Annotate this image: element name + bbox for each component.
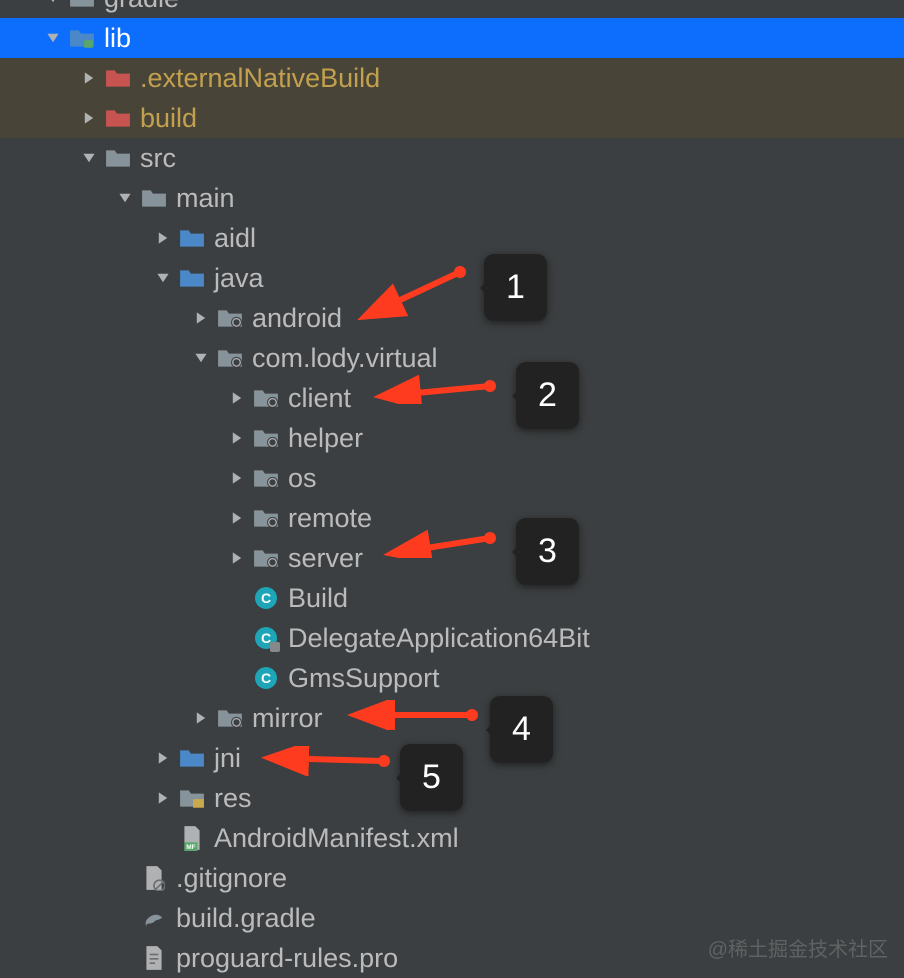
folder-module-icon xyxy=(68,26,96,50)
tree-row-gitignore[interactable]: .gitignore xyxy=(0,858,904,898)
tree-label: aidl xyxy=(214,218,256,258)
callout-2: 2 xyxy=(516,362,579,429)
tree-row-main[interactable]: main xyxy=(0,178,904,218)
callout-4: 4 xyxy=(490,696,553,763)
tree-row-java[interactable]: java xyxy=(0,258,904,298)
tree-label: os xyxy=(288,458,317,498)
chevron-down-icon[interactable] xyxy=(154,269,172,287)
tree-label: java xyxy=(214,258,264,298)
tree-label: server xyxy=(288,538,363,578)
tree-row-src[interactable]: src xyxy=(0,138,904,178)
tree-row-com-lody-virtual[interactable]: com.lody.virtual xyxy=(0,338,904,378)
tree-label: jni xyxy=(214,738,241,778)
tree-label: Build xyxy=(288,578,348,618)
tree-label: res xyxy=(214,778,252,818)
folder-excl-icon xyxy=(104,66,132,90)
chevron-down-icon[interactable] xyxy=(116,189,134,207)
tree-label: client xyxy=(288,378,351,418)
folder-src-icon xyxy=(178,226,206,250)
callout-3: 3 xyxy=(516,518,579,585)
tree-label: android xyxy=(252,298,342,338)
tree-label: lib xyxy=(104,18,131,58)
tree-label: gradle xyxy=(104,0,179,18)
chevron-right-icon[interactable] xyxy=(228,389,246,407)
package-icon xyxy=(252,506,280,530)
callout-1: 1 xyxy=(484,254,547,321)
tree-label: proguard-rules.pro xyxy=(176,938,398,978)
folder-src-icon xyxy=(178,746,206,770)
package-icon xyxy=(252,386,280,410)
tree-row-remote[interactable]: remote xyxy=(0,498,904,538)
tree-row-externalNativeBuild[interactable]: .externalNativeBuild xyxy=(0,58,904,98)
folder-src-icon xyxy=(178,266,206,290)
chevron-right-icon[interactable] xyxy=(154,749,172,767)
tree-row-android[interactable]: android xyxy=(0,298,904,338)
tree-label: build xyxy=(140,98,197,138)
tree-row-DelegateApplication64Bit[interactable]: C DelegateApplication64Bit xyxy=(0,618,904,658)
tree-label: DelegateApplication64Bit xyxy=(288,618,590,658)
chevron-right-icon[interactable] xyxy=(192,709,210,727)
package-icon xyxy=(216,346,244,370)
file-ignore-icon xyxy=(140,866,168,890)
class-locked-icon: C xyxy=(252,626,280,650)
tree-row-os[interactable]: os xyxy=(0,458,904,498)
tree-label: com.lody.virtual xyxy=(252,338,438,378)
tree-label: helper xyxy=(288,418,363,458)
tree-label: build.gradle xyxy=(176,898,316,938)
tree-row-AndroidManifest[interactable]: MF AndroidManifest.xml xyxy=(0,818,904,858)
tree-row-server[interactable]: server xyxy=(0,538,904,578)
tree-label: mirror xyxy=(252,698,322,738)
chevron-down-icon[interactable] xyxy=(192,349,210,367)
package-icon xyxy=(252,426,280,450)
tree-row-build-gradle[interactable]: build.gradle xyxy=(0,898,904,938)
class-icon: C xyxy=(252,666,280,690)
gradle-icon xyxy=(140,906,168,930)
tree-label: .externalNativeBuild xyxy=(140,58,380,98)
chevron-right-icon[interactable] xyxy=(228,549,246,567)
chevron-down-icon[interactable] xyxy=(44,29,62,47)
chevron-down-icon[interactable] xyxy=(80,149,98,167)
manifest-icon: MF xyxy=(178,826,206,850)
tree-label: AndroidManifest.xml xyxy=(214,818,459,858)
folder-gray-icon xyxy=(104,146,132,170)
package-icon xyxy=(252,466,280,490)
chevron-right-icon[interactable] xyxy=(192,309,210,327)
chevron-right-icon[interactable] xyxy=(228,469,246,487)
tree-row-gradle[interactable]: gradle xyxy=(0,0,904,18)
tree-label: remote xyxy=(288,498,372,538)
svg-text:MF: MF xyxy=(186,844,195,851)
chevron-down-icon[interactable] xyxy=(44,0,62,7)
tree-row-helper[interactable]: helper xyxy=(0,418,904,458)
tree-row-build-dir[interactable]: build xyxy=(0,98,904,138)
package-icon xyxy=(216,306,244,330)
tree-row-mirror[interactable]: mirror xyxy=(0,698,904,738)
chevron-right-icon[interactable] xyxy=(228,509,246,527)
chevron-right-icon[interactable] xyxy=(154,789,172,807)
package-icon xyxy=(252,546,280,570)
package-icon xyxy=(216,706,244,730)
tree-row-client[interactable]: client xyxy=(0,378,904,418)
folder-res-icon xyxy=(178,786,206,810)
tree-label: .gitignore xyxy=(176,858,287,898)
tree-label: main xyxy=(176,178,235,218)
callout-5: 5 xyxy=(400,744,463,811)
folder-excl-icon xyxy=(104,106,132,130)
file-icon xyxy=(140,946,168,970)
folder-gray-icon xyxy=(140,186,168,210)
class-icon: C xyxy=(252,586,280,610)
tree-row-aidl[interactable]: aidl xyxy=(0,218,904,258)
folder-gray-icon xyxy=(68,0,96,10)
chevron-right-icon[interactable] xyxy=(154,229,172,247)
tree-row-Build[interactable]: C Build xyxy=(0,578,904,618)
tree-label: GmsSupport xyxy=(288,658,440,698)
chevron-right-icon[interactable] xyxy=(228,429,246,447)
watermark: @稀土掘金技术社区 xyxy=(708,933,888,962)
chevron-right-icon[interactable] xyxy=(80,109,98,127)
chevron-right-icon[interactable] xyxy=(80,69,98,87)
tree-label: src xyxy=(140,138,176,178)
tree-row-GmsSupport[interactable]: C GmsSupport xyxy=(0,658,904,698)
tree-row-lib[interactable]: lib xyxy=(0,18,904,58)
